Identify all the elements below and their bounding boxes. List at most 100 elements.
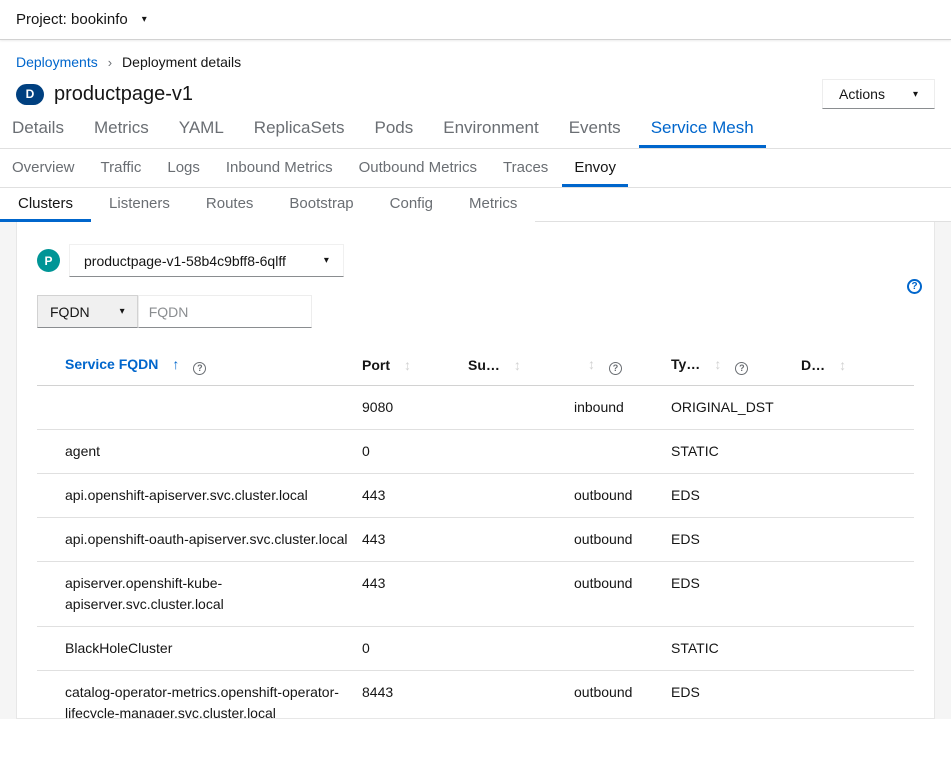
cell-port: 0 — [362, 429, 468, 473]
main-tab-events[interactable]: Events — [557, 109, 633, 148]
cell-subset — [468, 473, 574, 517]
clusters-table: Service FQDN↑? Port↕ Su…↕ ↕? Ty…↕? D…↕ 9… — [37, 346, 914, 719]
envoy-tab-bar: Clusters Listeners Routes Bootstrap Conf… — [0, 188, 951, 222]
chevron-down-icon: ▾ — [142, 14, 147, 25]
page-title: productpage-v1 — [54, 83, 193, 106]
column-header-service-fqdn[interactable]: Service FQDN↑? — [37, 346, 362, 385]
cell-service-fqdn: catalog-operator-metrics.openshift-opera… — [37, 670, 362, 719]
mesh-tab-traffic[interactable]: Traffic — [89, 149, 154, 187]
sort-icon[interactable]: ↕ — [588, 356, 595, 372]
main-tab-bar: Details Metrics YAML ReplicaSets Pods En… — [0, 109, 951, 149]
cell-subset — [468, 626, 574, 670]
main-tab-metrics[interactable]: Metrics — [82, 109, 161, 148]
table-row-1[interactable]: agent 0 STATIC — [37, 429, 914, 473]
cell-destination-rule — [801, 517, 914, 561]
card-help-icon[interactable]: ? — [907, 279, 922, 294]
cell-destination-rule — [801, 670, 914, 719]
mesh-tab-traces[interactable]: Traces — [491, 149, 560, 187]
table-row-5[interactable]: BlackHoleCluster 0 STATIC — [37, 626, 914, 670]
cell-subset — [468, 429, 574, 473]
column-header-port[interactable]: Port↕ — [362, 346, 468, 385]
column-help-icon[interactable]: ? — [609, 362, 622, 375]
service-mesh-tab-bar: Overview Traffic Logs Inbound Metrics Ou… — [0, 149, 951, 188]
pod-badge: P — [37, 249, 60, 272]
sort-icon[interactable]: ↕ — [714, 356, 721, 372]
deployment-badge: D — [16, 84, 44, 105]
breadcrumb: Deployments › Deployment details — [16, 54, 935, 70]
column-header-type[interactable]: Ty…↕? — [671, 346, 801, 385]
cell-destination-rule — [801, 473, 914, 517]
cell-service-fqdn: agent — [37, 429, 362, 473]
cell-type: EDS — [671, 561, 801, 626]
cell-destination-rule — [801, 626, 914, 670]
table-row-4[interactable]: apiserver.openshift-kube-apiserver.svc.c… — [37, 561, 914, 626]
chevron-down-icon: ▾ — [324, 255, 329, 266]
project-bar: Project: bookinfo ▾ — [0, 0, 951, 40]
sort-icon[interactable]: ↑ — [172, 356, 179, 372]
table-row-3[interactable]: api.openshift-oauth-apiserver.svc.cluste… — [37, 517, 914, 561]
mesh-tab-envoy[interactable]: Envoy — [562, 149, 628, 187]
cell-type: EDS — [671, 670, 801, 719]
cell-service-fqdn — [37, 385, 362, 429]
mesh-tab-inbound-metrics[interactable]: Inbound Metrics — [214, 149, 345, 187]
envoy-tab-config[interactable]: Config — [372, 188, 451, 222]
column-header-subset[interactable]: Su…↕ — [468, 346, 574, 385]
cell-type: ORIGINAL_DST — [671, 385, 801, 429]
envoy-tab-listeners[interactable]: Listeners — [91, 188, 188, 222]
project-selector[interactable]: Project: bookinfo — [16, 11, 128, 28]
envoy-tab-clusters[interactable]: Clusters — [0, 188, 91, 222]
cell-type: EDS — [671, 517, 801, 561]
cell-direction: outbound — [574, 561, 671, 626]
main-tab-replicasets[interactable]: ReplicaSets — [242, 109, 357, 148]
table-row-0[interactable]: 9080 inbound ORIGINAL_DST — [37, 385, 914, 429]
breadcrumb-separator-icon: › — [108, 55, 112, 70]
cell-type: EDS — [671, 473, 801, 517]
mesh-tab-logs[interactable]: Logs — [155, 149, 212, 187]
main-tab-details[interactable]: Details — [0, 109, 76, 148]
cell-subset — [468, 670, 574, 719]
actions-button[interactable]: Actions ▾ — [822, 79, 935, 109]
column-header-direction[interactable]: ↕? — [574, 346, 671, 385]
table-row-2[interactable]: api.openshift-apiserver.svc.cluster.loca… — [37, 473, 914, 517]
cell-direction: inbound — [574, 385, 671, 429]
mesh-tab-overview[interactable]: Overview — [0, 149, 87, 187]
cell-service-fqdn: apiserver.openshift-kube-apiserver.svc.c… — [37, 561, 362, 626]
main-tab-environment[interactable]: Environment — [431, 109, 550, 148]
filter-field-dropdown[interactable]: FQDN ▾ — [37, 295, 138, 328]
cell-direction: outbound — [574, 473, 671, 517]
filter-field-value: FQDN — [50, 304, 90, 320]
title-row: D productpage-v1 Actions ▾ — [16, 79, 935, 109]
main-tab-service-mesh[interactable]: Service Mesh — [639, 109, 766, 148]
cell-port: 8443 — [362, 670, 468, 719]
pod-select-value: productpage-v1-58b4c9bff8-6qlff — [84, 253, 286, 269]
main-tab-yaml[interactable]: YAML — [167, 109, 236, 148]
breadcrumb-deployments-link[interactable]: Deployments — [16, 54, 98, 70]
cell-port: 0 — [362, 626, 468, 670]
cell-port: 443 — [362, 517, 468, 561]
column-help-icon[interactable]: ? — [193, 362, 206, 375]
cell-direction: outbound — [574, 670, 671, 719]
actions-button-label: Actions — [839, 86, 885, 102]
cell-service-fqdn: api.openshift-apiserver.svc.cluster.loca… — [37, 473, 362, 517]
cell-subset — [468, 561, 574, 626]
pod-select-dropdown[interactable]: productpage-v1-58b4c9bff8-6qlff ▾ — [69, 244, 344, 277]
chevron-down-icon: ▾ — [120, 306, 125, 317]
mesh-tab-outbound-metrics[interactable]: Outbound Metrics — [347, 149, 489, 187]
table-row-6[interactable]: catalog-operator-metrics.openshift-opera… — [37, 670, 914, 719]
sort-icon[interactable]: ↕ — [514, 357, 521, 373]
sort-icon[interactable]: ↕ — [404, 357, 411, 373]
cell-service-fqdn: BlackHoleCluster — [37, 626, 362, 670]
fqdn-filter-input[interactable] — [138, 295, 312, 328]
sort-icon[interactable]: ↕ — [839, 357, 846, 373]
cell-destination-rule — [801, 561, 914, 626]
column-header-destination-rule[interactable]: D…↕ — [801, 346, 914, 385]
chevron-down-icon: ▾ — [913, 89, 918, 100]
main-tab-pods[interactable]: Pods — [363, 109, 426, 148]
column-help-icon[interactable]: ? — [735, 362, 748, 375]
envoy-tab-bootstrap[interactable]: Bootstrap — [271, 188, 371, 222]
cell-type: STATIC — [671, 626, 801, 670]
envoy-tab-metrics[interactable]: Metrics — [451, 188, 535, 222]
cell-type: STATIC — [671, 429, 801, 473]
envoy-tab-routes[interactable]: Routes — [188, 188, 272, 222]
page-header: Deployments › Deployment details D produ… — [0, 40, 951, 109]
